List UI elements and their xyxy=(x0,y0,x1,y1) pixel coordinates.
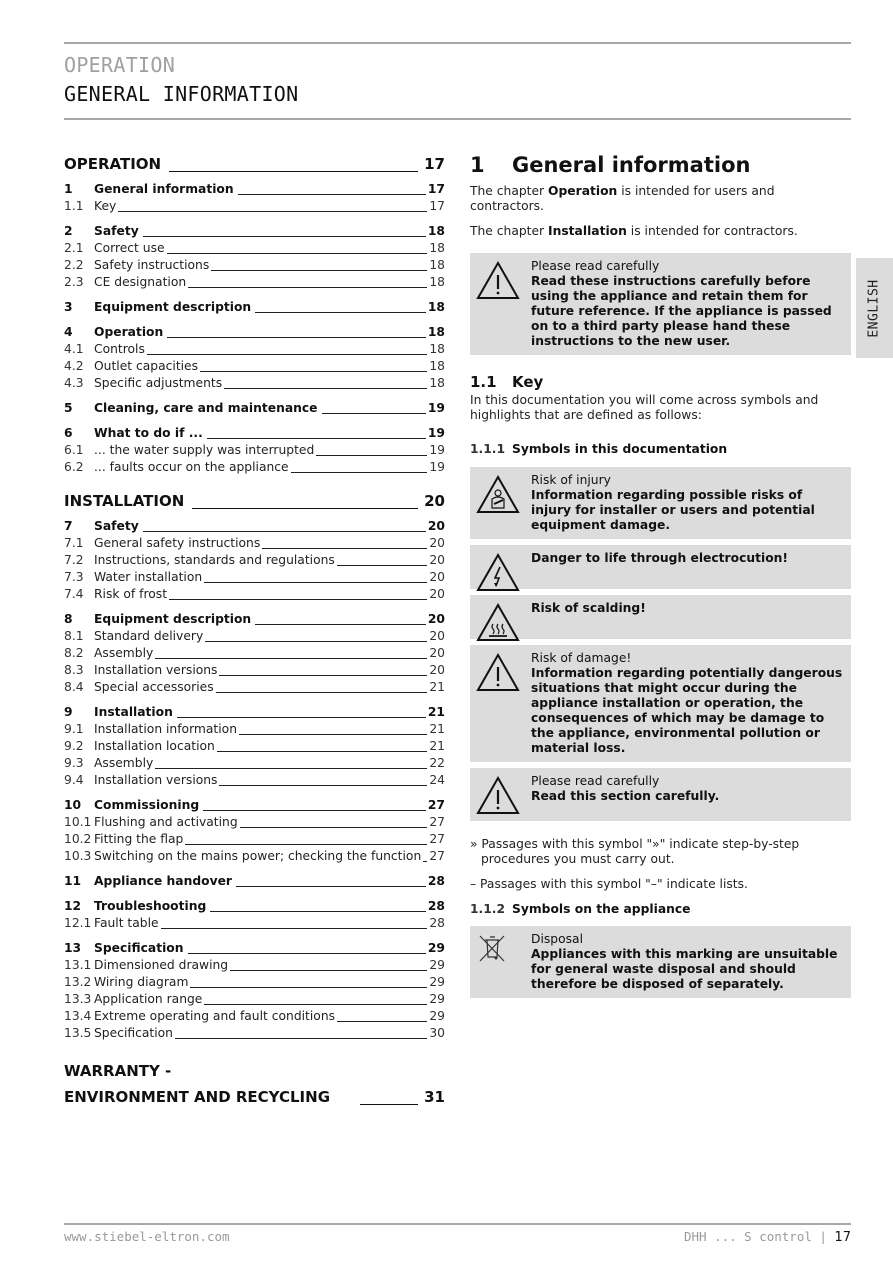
toc-subentry[interactable]: 13.3 Application range 29 xyxy=(64,991,445,1008)
warning-icon xyxy=(476,259,531,349)
toc-entry[interactable]: 11 Appliance handover 28 xyxy=(64,873,445,890)
toc-subentry[interactable]: 4.2 Outlet capacities 18 xyxy=(64,358,445,375)
symbol-electrocution: Danger to life through electrocution! xyxy=(470,545,851,591)
toc-subentry[interactable]: 9.4 Installation versions 24 xyxy=(64,772,445,789)
toc-subentry[interactable]: 12.1 Fault table 28 xyxy=(64,915,445,932)
symbol-risk-of-injury: Risk of injury Information regarding poss… xyxy=(470,467,851,539)
toc-subentry[interactable]: 13.4 Extreme operating and fault conditio… xyxy=(64,1008,445,1025)
toc-entry[interactable]: 13 Specification 29 xyxy=(64,940,445,957)
table-of-contents: OPERATION 17 1 General information 17 1.1 Ke… xyxy=(64,153,445,1114)
toc-subentry[interactable]: 6.1... the water supply was interrupted 1… xyxy=(64,442,445,459)
list-symbol-note: – Passages with this symbol "–" indicate… xyxy=(470,877,748,891)
toc-operation-entries: 1 General information 17 1.1 Key 17 2 Safety 18 2… xyxy=(64,181,445,476)
page-number: 17 xyxy=(834,1230,851,1245)
toc-entry[interactable]: 12 Troubleshooting 28 xyxy=(64,898,445,915)
subsubsection-heading-symbols-appliance: 1.1.2 Symbols on the appliance xyxy=(470,902,691,916)
header-title: GENERAL INFORMATION xyxy=(64,82,299,106)
toc-subentry[interactable]: 1.1 Key 17 xyxy=(64,198,445,215)
toc-subentry[interactable]: 10.1 Flushing and activating 27 xyxy=(64,814,445,831)
intro-paragraph-2: The chapter Installation is intended for… xyxy=(470,224,798,238)
toc-subentry[interactable]: 4.3 Specific adjustments 18 xyxy=(64,375,445,392)
toc-subentry[interactable]: 7.3 Water installation 20 xyxy=(64,569,445,586)
toc-part-warranty-line1[interactable]: WARRANTY - xyxy=(64,1060,445,1082)
toc-subentry[interactable]: 2.3 CE designation 18 xyxy=(64,274,445,291)
toc-entry[interactable]: 3 Equipment description 18 xyxy=(64,299,445,316)
intro-paragraph-1: The chapter Operation is intended for us… xyxy=(470,184,775,213)
footer-website[interactable]: www.stiebel-eltron.com xyxy=(64,1229,230,1244)
toc-entry[interactable]: 10 Commissioning 27 xyxy=(64,797,445,814)
disposal-bin-icon xyxy=(476,932,531,992)
toc-subentry[interactable]: 8.3 Installation versions 20 xyxy=(64,662,445,679)
toc-subentry[interactable]: 7.2 Instructions, standards and regulatio… xyxy=(64,552,445,569)
electrocution-warning-icon xyxy=(476,551,531,591)
toc-subentry[interactable]: 4.1 Controls 18 xyxy=(64,341,445,358)
scalding-warning-icon xyxy=(476,601,531,641)
toc-installation-entries: 7 Safety 20 7.1 General safety instructions 2… xyxy=(64,518,445,1042)
toc-entry[interactable]: 9 Installation 21 xyxy=(64,704,445,721)
header-top-rule xyxy=(64,42,851,44)
toc-subentry[interactable]: 7.1 General safety instructions 20 xyxy=(64,535,445,552)
header-section: OPERATION xyxy=(64,53,176,77)
subsubsection-heading-symbols-doc: 1.1.1 Symbols in this documentation xyxy=(470,442,728,456)
symbol-risk-of-damage: Risk of damage! Information regarding pot… xyxy=(470,645,851,762)
footer-rule xyxy=(64,1223,851,1225)
toc-entry[interactable]: 5 Cleaning, care and maintenance 19 xyxy=(64,400,445,417)
main-content: 1 General information The chapter Operat… xyxy=(470,150,851,998)
header-bottom-rule xyxy=(64,118,851,120)
toc-subentry[interactable]: 2.1 Correct use 18 xyxy=(64,240,445,257)
toc-part-warranty[interactable]: ENVIRONMENT AND RECYCLING 31 xyxy=(64,1086,445,1108)
toc-subentry[interactable]: 2.2 Safety instructions 18 xyxy=(64,257,445,274)
toc-entry[interactable]: 2 Safety 18 xyxy=(64,223,445,240)
subsection-heading-key: 1.1 Key xyxy=(470,373,544,391)
injury-warning-icon xyxy=(476,473,531,533)
toc-subentry[interactable]: 6.2... faults occur on the appliance 19 xyxy=(64,459,445,476)
toc-subentry[interactable]: 8.2 Assembly 20 xyxy=(64,645,445,662)
toc-part-operation[interactable]: OPERATION 17 xyxy=(64,153,445,175)
toc-subentry[interactable]: 10.3 Switching on the mains power; checki… xyxy=(64,848,445,865)
toc-part-installation[interactable]: INSTALLATION 20 xyxy=(64,490,445,512)
toc-entry[interactable]: 1 General information 17 xyxy=(64,181,445,198)
warning-icon xyxy=(476,774,531,815)
toc-entry[interactable]: 8 Equipment description 20 xyxy=(64,611,445,628)
toc-subentry[interactable]: 7.4 Risk of frost 20 xyxy=(64,586,445,603)
symbol-disposal: Disposal Appliances with this marking are… xyxy=(470,926,851,998)
toc-subentry[interactable]: 13.2 Wiring diagram 29 xyxy=(64,974,445,991)
language-tab-label: ENGLISH xyxy=(867,278,883,338)
toc-subentry[interactable]: 8.4 Special accessories 21 xyxy=(64,679,445,696)
toc-subentry[interactable]: 8.1 Standard delivery 20 xyxy=(64,628,445,645)
toc-subentry[interactable]: 10.2 Fitting the flap 27 xyxy=(64,831,445,848)
step-symbol-note: » Passages with this symbol "»" indicate… xyxy=(470,837,800,866)
symbol-scalding: Risk of scalding! xyxy=(470,595,851,641)
language-tab[interactable]: ENGLISH xyxy=(856,258,893,358)
notice-read-carefully: Please read carefully Read these instruct… xyxy=(470,253,851,355)
footer-model: DHH ... S control | xyxy=(683,1229,835,1244)
toc-entry[interactable]: 7 Safety 20 xyxy=(64,518,445,535)
toc-entry[interactable]: 6 What to do if ... 19 xyxy=(64,425,445,442)
toc-subentry[interactable]: 9.1 Installation information 21 xyxy=(64,721,445,738)
toc-subentry[interactable]: 13.1 Dimensioned drawing 29 xyxy=(64,957,445,974)
symbol-read-carefully: Please read carefully Read this section c… xyxy=(470,768,851,821)
toc-subentry[interactable]: 13.5 Specification 30 xyxy=(64,1025,445,1042)
toc-subentry[interactable]: 9.2 Installation location 21 xyxy=(64,738,445,755)
section-heading: 1 General information xyxy=(470,153,751,177)
key-intro: In this documentation you will come acro… xyxy=(470,393,819,422)
damage-warning-icon xyxy=(476,651,531,756)
toc-subentry[interactable]: 9.3 Assembly 22 xyxy=(64,755,445,772)
footer-page-info: DHH ... S control | 17 xyxy=(684,1229,851,1245)
toc-entry[interactable]: 4 Operation 18 xyxy=(64,324,445,341)
